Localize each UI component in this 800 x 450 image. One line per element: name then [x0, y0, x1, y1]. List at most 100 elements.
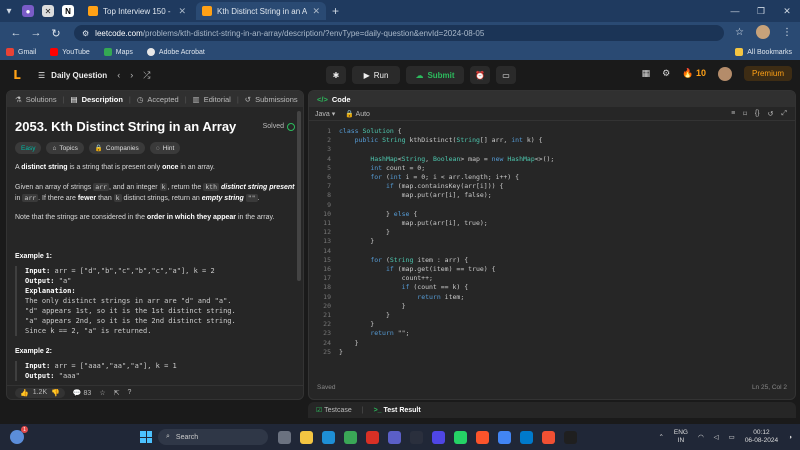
reload-icon[interactable]: ↻: [46, 27, 66, 40]
premium-button[interactable]: Premium: [743, 66, 792, 81]
edge-icon[interactable]: [322, 430, 335, 444]
expand-icon[interactable]: ⤢: [781, 110, 787, 118]
wifi-icon[interactable]: ◠: [698, 433, 704, 441]
brave-icon[interactable]: [476, 430, 489, 444]
browser-tab[interactable]: Top Interview 150 - Study Plan ✕: [82, 2, 192, 20]
code-line[interactable]: }: [339, 339, 359, 347]
close-tab-icon[interactable]: ✕: [178, 6, 186, 17]
teams-icon[interactable]: [388, 430, 401, 444]
bookmark-adobe[interactable]: Adobe Acrobat: [146, 48, 205, 56]
problem-list-button[interactable]: ☰ Daily Question: [38, 71, 107, 80]
bookmark-maps[interactable]: Maps: [103, 48, 133, 56]
back-icon[interactable]: ←: [6, 27, 26, 39]
vscode-icon[interactable]: [520, 430, 533, 444]
app-icon[interactable]: [432, 430, 445, 444]
topics-chip[interactable]: ⌂ Topics: [46, 142, 84, 154]
forward-icon[interactable]: →: [26, 27, 46, 39]
tab-description[interactable]: ▤ Description: [71, 95, 123, 104]
notes-button[interactable]: ▭: [496, 66, 516, 84]
difficulty-badge[interactable]: Easy: [15, 142, 42, 154]
bookmark-gmail[interactable]: Gmail: [6, 48, 36, 56]
minimize-icon[interactable]: —: [722, 0, 748, 22]
submit-button[interactable]: ☁ Submit: [406, 66, 464, 84]
language-indicator[interactable]: ENG IN: [674, 429, 688, 445]
start-button-icon[interactable]: [140, 431, 152, 443]
comments-button[interactable]: 💬 83: [73, 389, 91, 397]
code-line[interactable]: return item;: [339, 293, 464, 301]
run-button[interactable]: ▶ Run: [352, 66, 400, 84]
settings-gear-icon[interactable]: ⚙: [662, 68, 670, 79]
user-avatar[interactable]: [717, 66, 732, 81]
bookmark-icon[interactable]: ⌑: [743, 110, 747, 118]
help-icon[interactable]: ?: [127, 389, 131, 396]
close-tab-icon[interactable]: ✕: [312, 6, 320, 17]
tab-solutions[interactable]: ⚗ Solutions: [15, 95, 57, 104]
shuffle-icon[interactable]: ⤮: [143, 70, 150, 81]
clock[interactable]: 00:12 06-08-2024: [745, 429, 778, 445]
language-select[interactable]: Java ▾: [315, 110, 335, 118]
whatsapp-icon[interactable]: [454, 430, 467, 444]
browser-tab-active[interactable]: Kth Distinct String in an Array ✕: [196, 2, 326, 20]
layout-icon[interactable]: ▦: [642, 68, 651, 79]
tab-testcase[interactable]: ☑ Testcase: [316, 406, 352, 414]
code-line[interactable]: }: [339, 302, 406, 310]
share-icon[interactable]: ⇱: [114, 389, 120, 397]
description-scrollbar[interactable]: [297, 111, 301, 281]
code-line[interactable]: }: [339, 348, 343, 356]
site-info-icon[interactable]: ⚙: [82, 29, 89, 38]
code-line[interactable]: class Solution {: [339, 127, 402, 135]
code-line[interactable]: }: [339, 311, 390, 319]
store-icon[interactable]: [344, 430, 357, 444]
code-line[interactable]: map.put(arr[i], true);: [339, 219, 488, 227]
profile-avatar[interactable]: [756, 25, 770, 39]
url-field[interactable]: ⚙ leetcode.com/problems/kth-distinct-str…: [74, 25, 724, 41]
favorite-star-icon[interactable]: ☆: [99, 389, 105, 397]
streak-counter[interactable]: 🔥 10: [682, 68, 706, 79]
code-line[interactable]: if (map.containsKey(arr[i])) {: [339, 182, 503, 190]
notifications-icon[interactable]: ◑: [788, 434, 792, 441]
tab-editorial[interactable]: ▥ Editorial: [193, 95, 231, 104]
chevron-up-icon[interactable]: ⌃: [658, 433, 663, 441]
all-bookmarks[interactable]: All Bookmarks: [735, 48, 792, 56]
code-line[interactable]: for (String item : arr) {: [339, 256, 468, 264]
code-line[interactable]: }: [339, 228, 390, 236]
code-line[interactable]: }: [339, 320, 374, 328]
code-line[interactable]: return "";: [339, 329, 409, 337]
tab-search-icon[interactable]: ▾: [0, 2, 18, 20]
menu-icon[interactable]: ⋮: [782, 27, 792, 38]
code-line[interactable]: if (map.get(item) == true) {: [339, 265, 496, 273]
bookmark-star-icon[interactable]: ☆: [735, 27, 744, 38]
tab-submissions[interactable]: ↺ Submissions: [245, 95, 298, 104]
code-editor[interactable]: 1 class Solution {2 public String kthDist…: [309, 121, 795, 371]
code-line[interactable]: HashMap<String, Boolean> map = new HashM…: [339, 155, 554, 163]
code-line[interactable]: map.put(arr[i], false);: [339, 191, 492, 199]
chrome-icon[interactable]: [498, 430, 511, 444]
format-icon[interactable]: ≡: [731, 110, 735, 118]
file-explorer-icon[interactable]: [300, 430, 313, 444]
code-line[interactable]: }: [339, 237, 374, 245]
braces-icon[interactable]: {}: [755, 110, 760, 118]
new-tab-icon[interactable]: +: [332, 4, 339, 18]
like-button[interactable]: 👍 1.2K 👎: [15, 387, 65, 398]
git-icon[interactable]: [542, 430, 555, 444]
pinned-tab[interactable]: ✕: [38, 2, 58, 20]
maximize-icon[interactable]: ❐: [748, 0, 774, 22]
bookmark-youtube[interactable]: YouTube: [50, 48, 90, 56]
leetcode-logo-icon[interactable]: ᒪ: [10, 68, 24, 82]
code-line[interactable]: } else {: [339, 210, 417, 218]
debug-button[interactable]: ✱: [326, 66, 346, 84]
timer-button[interactable]: ⏰: [470, 66, 490, 84]
reset-icon[interactable]: ↺: [768, 110, 774, 118]
code-line[interactable]: for (int i = 0; i < arr.length; i++) {: [339, 173, 519, 181]
auto-mode[interactable]: 🔒 Auto: [345, 110, 370, 118]
next-problem-icon[interactable]: ›: [130, 70, 133, 81]
acrobat-icon[interactable]: [366, 430, 379, 444]
camera-icon[interactable]: [410, 430, 423, 444]
tab-accepted[interactable]: ◷ Accepted: [137, 95, 179, 104]
battery-icon[interactable]: ▭: [729, 433, 735, 441]
app-icon[interactable]: [564, 430, 577, 444]
volume-icon[interactable]: ◁: [714, 433, 719, 441]
code-line[interactable]: public String kthDistinct(String[] arr, …: [339, 136, 543, 144]
task-view-icon[interactable]: [278, 430, 291, 444]
prev-problem-icon[interactable]: ‹: [117, 70, 120, 81]
